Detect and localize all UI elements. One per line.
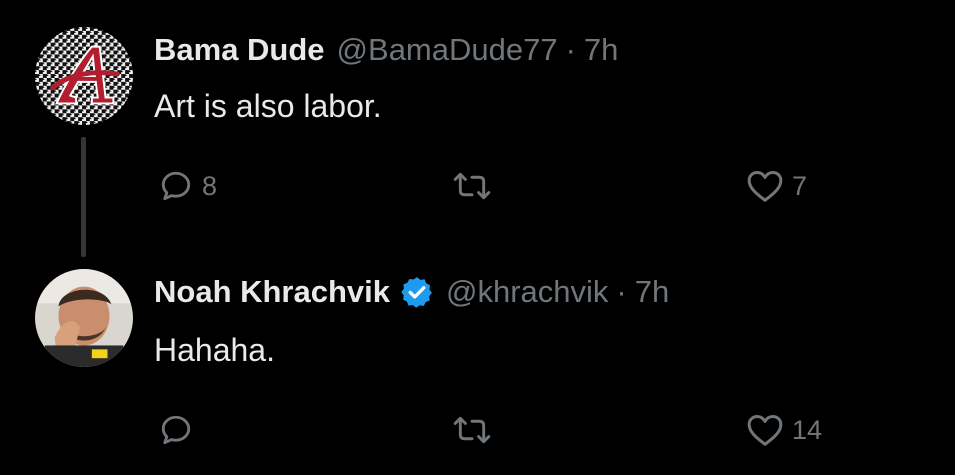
timestamp[interactable]: 7h — [584, 32, 618, 68]
thread-connector-line — [81, 137, 86, 257]
alabama-logo-icon — [35, 27, 133, 125]
avatar-noah-khrachvik[interactable] — [35, 269, 133, 367]
reply-button[interactable] — [158, 412, 202, 448]
person-laughing-photo-icon — [35, 269, 133, 367]
tweet-text: Art is also labor. — [154, 88, 382, 124]
avatar-bama-dude[interactable] — [35, 27, 133, 125]
timestamp[interactable]: 7h — [635, 274, 669, 310]
reply-icon — [161, 171, 191, 201]
retweet-button[interactable] — [453, 412, 499, 448]
retweet-icon — [453, 416, 491, 444]
author-handle[interactable]: @BamaDude77 — [337, 32, 558, 68]
like-count: 14 — [792, 414, 823, 445]
like-count: 7 — [792, 170, 808, 201]
heart-icon — [747, 415, 783, 446]
retweet-button[interactable] — [453, 168, 499, 204]
reply-icon — [161, 415, 191, 445]
author-name[interactable]: Noah Khrachvik — [154, 274, 390, 310]
tweet-header: Noah Khrachvik @khrachvik · 7h — [154, 274, 669, 310]
retweet-icon — [453, 172, 491, 200]
separator-dot: · — [616, 274, 627, 309]
reply-count: 8 — [202, 170, 218, 201]
author-name[interactable]: Bama Dude — [154, 32, 325, 68]
reply-button[interactable]: 8 — [158, 168, 217, 204]
separator-dot: · — [565, 32, 576, 67]
tweet-text: Hahaha. — [154, 332, 275, 368]
tweet-header: Bama Dude @BamaDude77 · 7h — [154, 32, 618, 68]
like-button[interactable]: 7 — [746, 168, 807, 204]
author-handle[interactable]: @khrachvik — [446, 274, 608, 310]
verified-badge-icon[interactable] — [400, 275, 434, 309]
like-button[interactable]: 14 — [746, 412, 822, 448]
heart-icon — [747, 171, 783, 202]
